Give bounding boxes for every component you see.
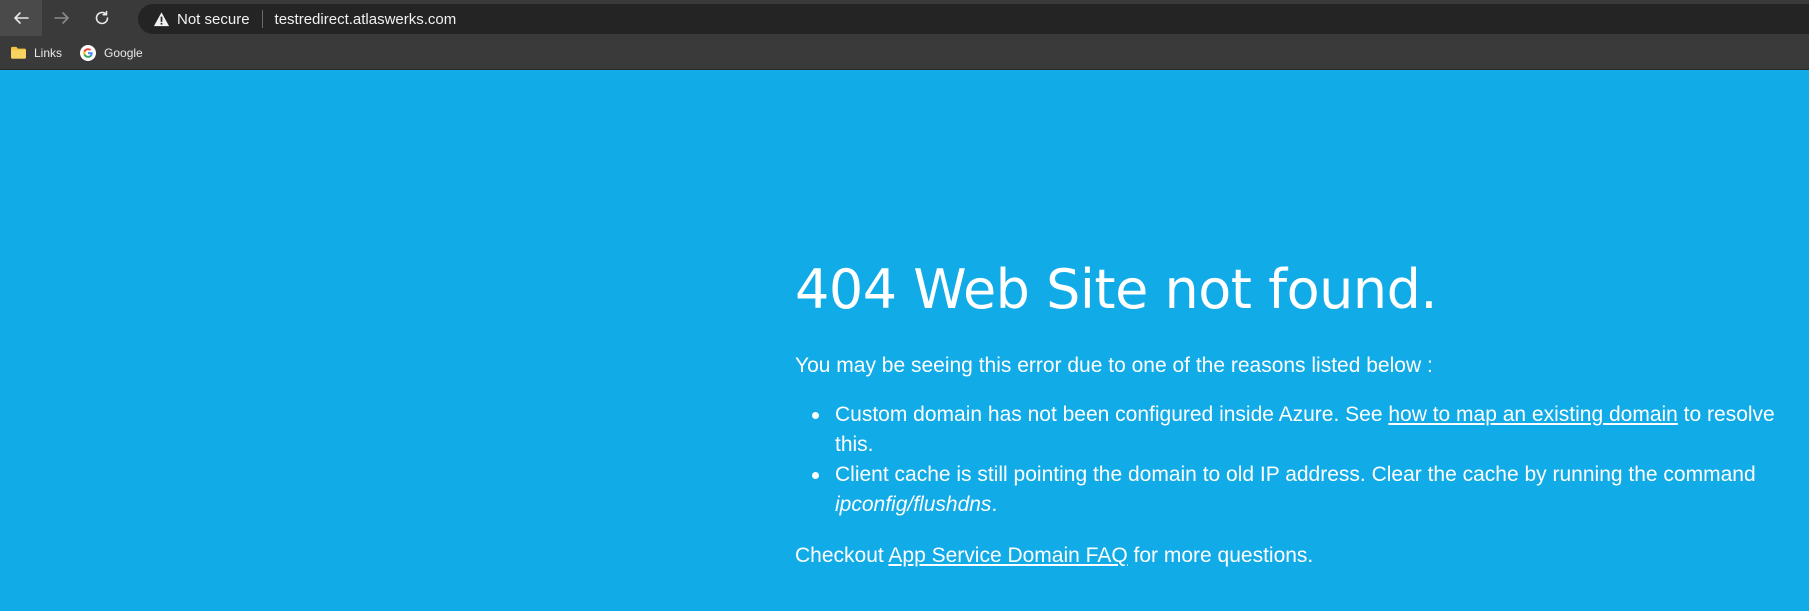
faq-prefix: Checkout [795, 544, 889, 567]
page-title: 404 Web Site not found. [795, 258, 1438, 321]
command-text: ipconfig/flushdns [835, 493, 992, 516]
back-arrow-icon [14, 12, 29, 24]
faq-suffix: for more questions. [1127, 544, 1314, 567]
bookmark-links[interactable]: Links [8, 40, 68, 66]
back-button[interactable] [0, 0, 42, 36]
forward-arrow-icon [54, 12, 69, 24]
bookmark-google[interactable]: Google [78, 40, 149, 66]
security-status-label[interactable]: Not secure [177, 11, 250, 28]
address-separator [261, 10, 263, 28]
reasons-list: Custom domain has not been configured in… [795, 400, 1795, 520]
reason-text: . [991, 493, 998, 516]
forward-button[interactable] [42, 0, 82, 36]
reload-icon [95, 10, 109, 25]
browser-toolbar: Not secure testredirect.atlaswerks.com [0, 0, 1809, 36]
address-bar[interactable]: Not secure testredirect.atlaswerks.com [138, 4, 1809, 34]
intro-text: You may be seeing this error due to one … [795, 354, 1433, 377]
list-item: Client cache is still pointing the domai… [812, 460, 1795, 520]
reload-button[interactable] [82, 0, 122, 36]
list-item: Custom domain has not been configured in… [812, 400, 1795, 460]
reason-text: Client cache is still pointing the domai… [835, 463, 1756, 486]
reason-text: Custom domain has not been configured in… [835, 403, 1389, 426]
bookmark-label: Google [104, 45, 143, 60]
folder-icon [9, 45, 27, 61]
error-content: 404 Web Site not found. You may be seein… [795, 250, 1795, 570]
map-domain-link[interactable]: how to map an existing domain [1388, 403, 1678, 426]
domain-faq-link[interactable]: App Service Domain FAQ [888, 544, 1127, 567]
bookmark-label: Links [34, 45, 63, 60]
faq-text: Checkout App Service Domain FAQ for more… [795, 542, 1795, 570]
bookmarks-bar: Links Google [0, 36, 1809, 70]
url-text[interactable]: testredirect.atlaswerks.com [275, 11, 457, 28]
google-icon [79, 44, 97, 61]
warning-icon[interactable] [152, 10, 170, 28]
